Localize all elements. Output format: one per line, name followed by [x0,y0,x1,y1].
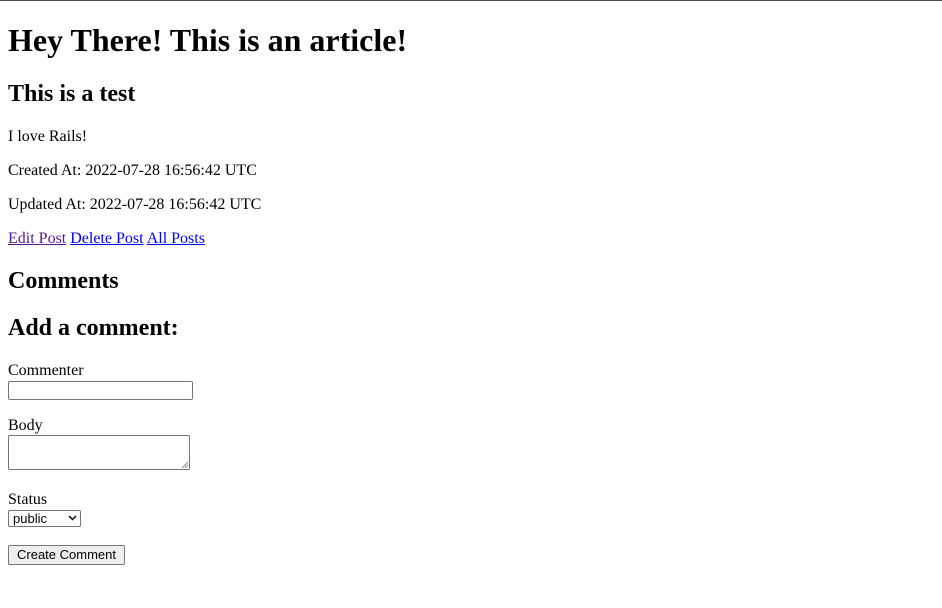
status-label: Status [8,491,48,508]
body-label: Body [8,417,43,434]
commenter-label: Commenter [8,362,84,379]
chevron-down-icon [68,515,77,521]
article-subtitle: This is a test [8,81,136,107]
article-body: I love Rails! [8,128,88,145]
status-selected-value: public [13,511,47,526]
comments-heading: Comments [8,268,119,294]
delete-post-link[interactable]: Delete Post [70,230,143,247]
updated-at: Updated At: 2022-07-28 16:56:42 UTC [8,196,262,213]
body-textarea[interactable] [8,435,190,470]
create-comment-button[interactable]: Create Comment [8,545,125,565]
top-divider [0,0,942,1]
commenter-input[interactable] [8,381,193,400]
created-at: Created At: 2022-07-28 16:56:42 UTC [8,162,257,179]
all-posts-link[interactable]: All Posts [147,230,205,247]
edit-post-link[interactable]: Edit Post [8,230,66,247]
status-select[interactable]: public [8,510,81,527]
article-title: Hey There! This is an article! [8,22,408,58]
resize-grip-icon[interactable] [181,461,188,468]
add-comment-heading: Add a comment: [8,315,179,341]
post-actions: Edit Post Delete Post All Posts [8,230,205,248]
